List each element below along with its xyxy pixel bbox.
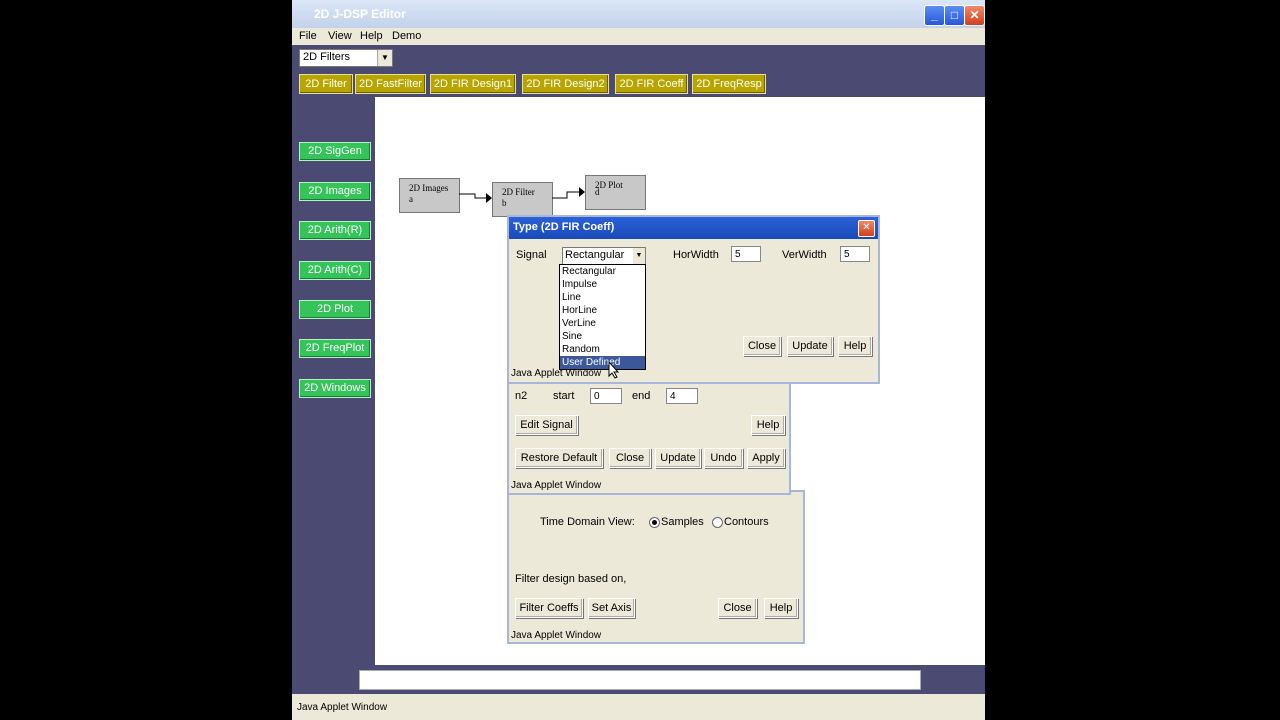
help-button[interactable]: Help [751, 415, 785, 435]
start-input[interactable]: 0 [590, 388, 622, 404]
block-button-2d-fastfilter[interactable]: 2D FastFilter [355, 74, 426, 94]
toolbox-select-value: 2D Filters [303, 51, 351, 63]
block-button-2d-windows[interactable]: 2D Windows [299, 379, 371, 398]
block-button-2d-arith-c[interactable]: 2D Arith(C) [299, 261, 371, 280]
chevron-down-icon[interactable]: ▼ [377, 50, 392, 66]
chevron-down-icon[interactable]: ▼ [633, 248, 645, 264]
signal-label: Signal [516, 249, 547, 261]
applet-footer: Java Applet Window [511, 630, 602, 641]
horwidth-input[interactable]: 5 [731, 246, 761, 262]
block-button-2d-plot[interactable]: 2D Plot [299, 300, 371, 319]
end-label: end [632, 390, 651, 402]
signal-dropdown-list[interactable]: Rectangular Impulse Line HorLine VerLine… [559, 264, 646, 370]
option-random[interactable]: Random [560, 343, 645, 356]
minimize-button[interactable]: _ [924, 5, 945, 26]
verwidth-label: VerWidth [782, 249, 827, 261]
dialog-title: Type (2D FIR Coeff) [513, 221, 615, 233]
set-axis-button[interactable]: Set Axis [588, 598, 635, 618]
maximize-button[interactable]: □ [944, 5, 965, 26]
edit-signal-button[interactable]: Edit Signal [515, 415, 578, 435]
menu-view[interactable]: View [328, 28, 352, 45]
undo-button[interactable]: Undo [704, 448, 743, 468]
coeff-edit-dialog: n2 start 0 end 4 Edit Signal Help Restor… [507, 376, 791, 495]
update-button[interactable]: Update [655, 448, 701, 468]
block-button-2d-siggen[interactable]: 2D SigGen [299, 142, 371, 161]
help-button[interactable]: Help [838, 336, 872, 356]
close-icon[interactable]: ✕ [858, 220, 875, 237]
contours-label: Contours [724, 516, 769, 528]
block-button-2d-fir-design1[interactable]: 2D FIR Design1 [430, 74, 516, 94]
contours-radio[interactable] [712, 517, 723, 528]
option-rectangular[interactable]: Rectangular [560, 265, 645, 278]
close-button[interactable]: Close [718, 598, 757, 618]
block-button-2d-freqresp[interactable]: 2D FreqResp [692, 74, 766, 94]
close-button[interactable]: ✕ [964, 5, 985, 26]
option-horline[interactable]: HorLine [560, 304, 645, 317]
block-button-2d-images[interactable]: 2D Images [299, 182, 371, 201]
block-button-2d-fir-coeff[interactable]: 2D FIR Coeff [615, 74, 688, 94]
filter-coeffs-button[interactable]: Filter Coeffs [515, 598, 583, 618]
end-input[interactable]: 4 [666, 388, 698, 404]
samples-label: Samples [661, 516, 704, 528]
mouse-cursor-icon [608, 361, 620, 379]
title-bar[interactable]: 2D J-DSP Editor _ □ ✕ [292, 0, 985, 28]
samples-radio[interactable] [649, 517, 660, 528]
option-impulse[interactable]: Impulse [560, 278, 645, 291]
n2-label: n2 [515, 390, 528, 402]
update-button[interactable]: Update [787, 336, 833, 356]
start-label: start [553, 390, 575, 402]
option-line[interactable]: Line [560, 291, 645, 304]
menu-file[interactable]: File [299, 28, 317, 45]
status-bar: Java Applet Window [292, 694, 985, 720]
toolbox-select[interactable]: 2D Filters ▼ [299, 49, 393, 67]
block-button-2d-fir-design2[interactable]: 2D FIR Design2 [522, 74, 609, 94]
option-sine[interactable]: Sine [560, 330, 645, 343]
option-user-defined[interactable]: User Defined [560, 356, 645, 369]
close-button[interactable]: Close [743, 336, 781, 356]
menu-bar: File View Help Demo [292, 28, 985, 45]
horwidth-label: HorWidth [673, 249, 719, 261]
signal-select[interactable]: Rectangular ▼ [562, 247, 646, 265]
restore-default-button[interactable]: Restore Default [515, 448, 603, 468]
signal-select-value: Rectangular [565, 249, 625, 261]
filter-design-label: Filter design based on, [515, 573, 627, 585]
apply-button[interactable]: Apply [747, 448, 785, 468]
block-button-2d-arith-r[interactable]: 2D Arith(R) [299, 221, 371, 240]
applet-footer: Java Applet Window [511, 480, 602, 491]
window-title: 2D J-DSP Editor [314, 7, 406, 21]
close-button[interactable]: Close [609, 448, 651, 468]
menu-help[interactable]: Help [360, 28, 383, 45]
time-domain-label: Time Domain View: [540, 516, 635, 528]
menu-demo[interactable]: Demo [392, 28, 421, 45]
help-button[interactable]: Help [764, 598, 798, 618]
status-footer: Java Applet Window [297, 702, 388, 713]
filter-design-dialog: Time Domain View: Samples Contours Filte… [507, 490, 805, 644]
block-button-2d-freqplot[interactable]: 2D FreqPlot [299, 339, 371, 358]
status-input[interactable] [359, 670, 921, 690]
option-verline[interactable]: VerLine [560, 317, 645, 330]
verwidth-input[interactable]: 5 [840, 246, 870, 262]
dialog-title-bar[interactable]: Type (2D FIR Coeff) ✕ [509, 217, 878, 239]
block-button-2d-filter[interactable]: 2D Filter [299, 74, 353, 94]
